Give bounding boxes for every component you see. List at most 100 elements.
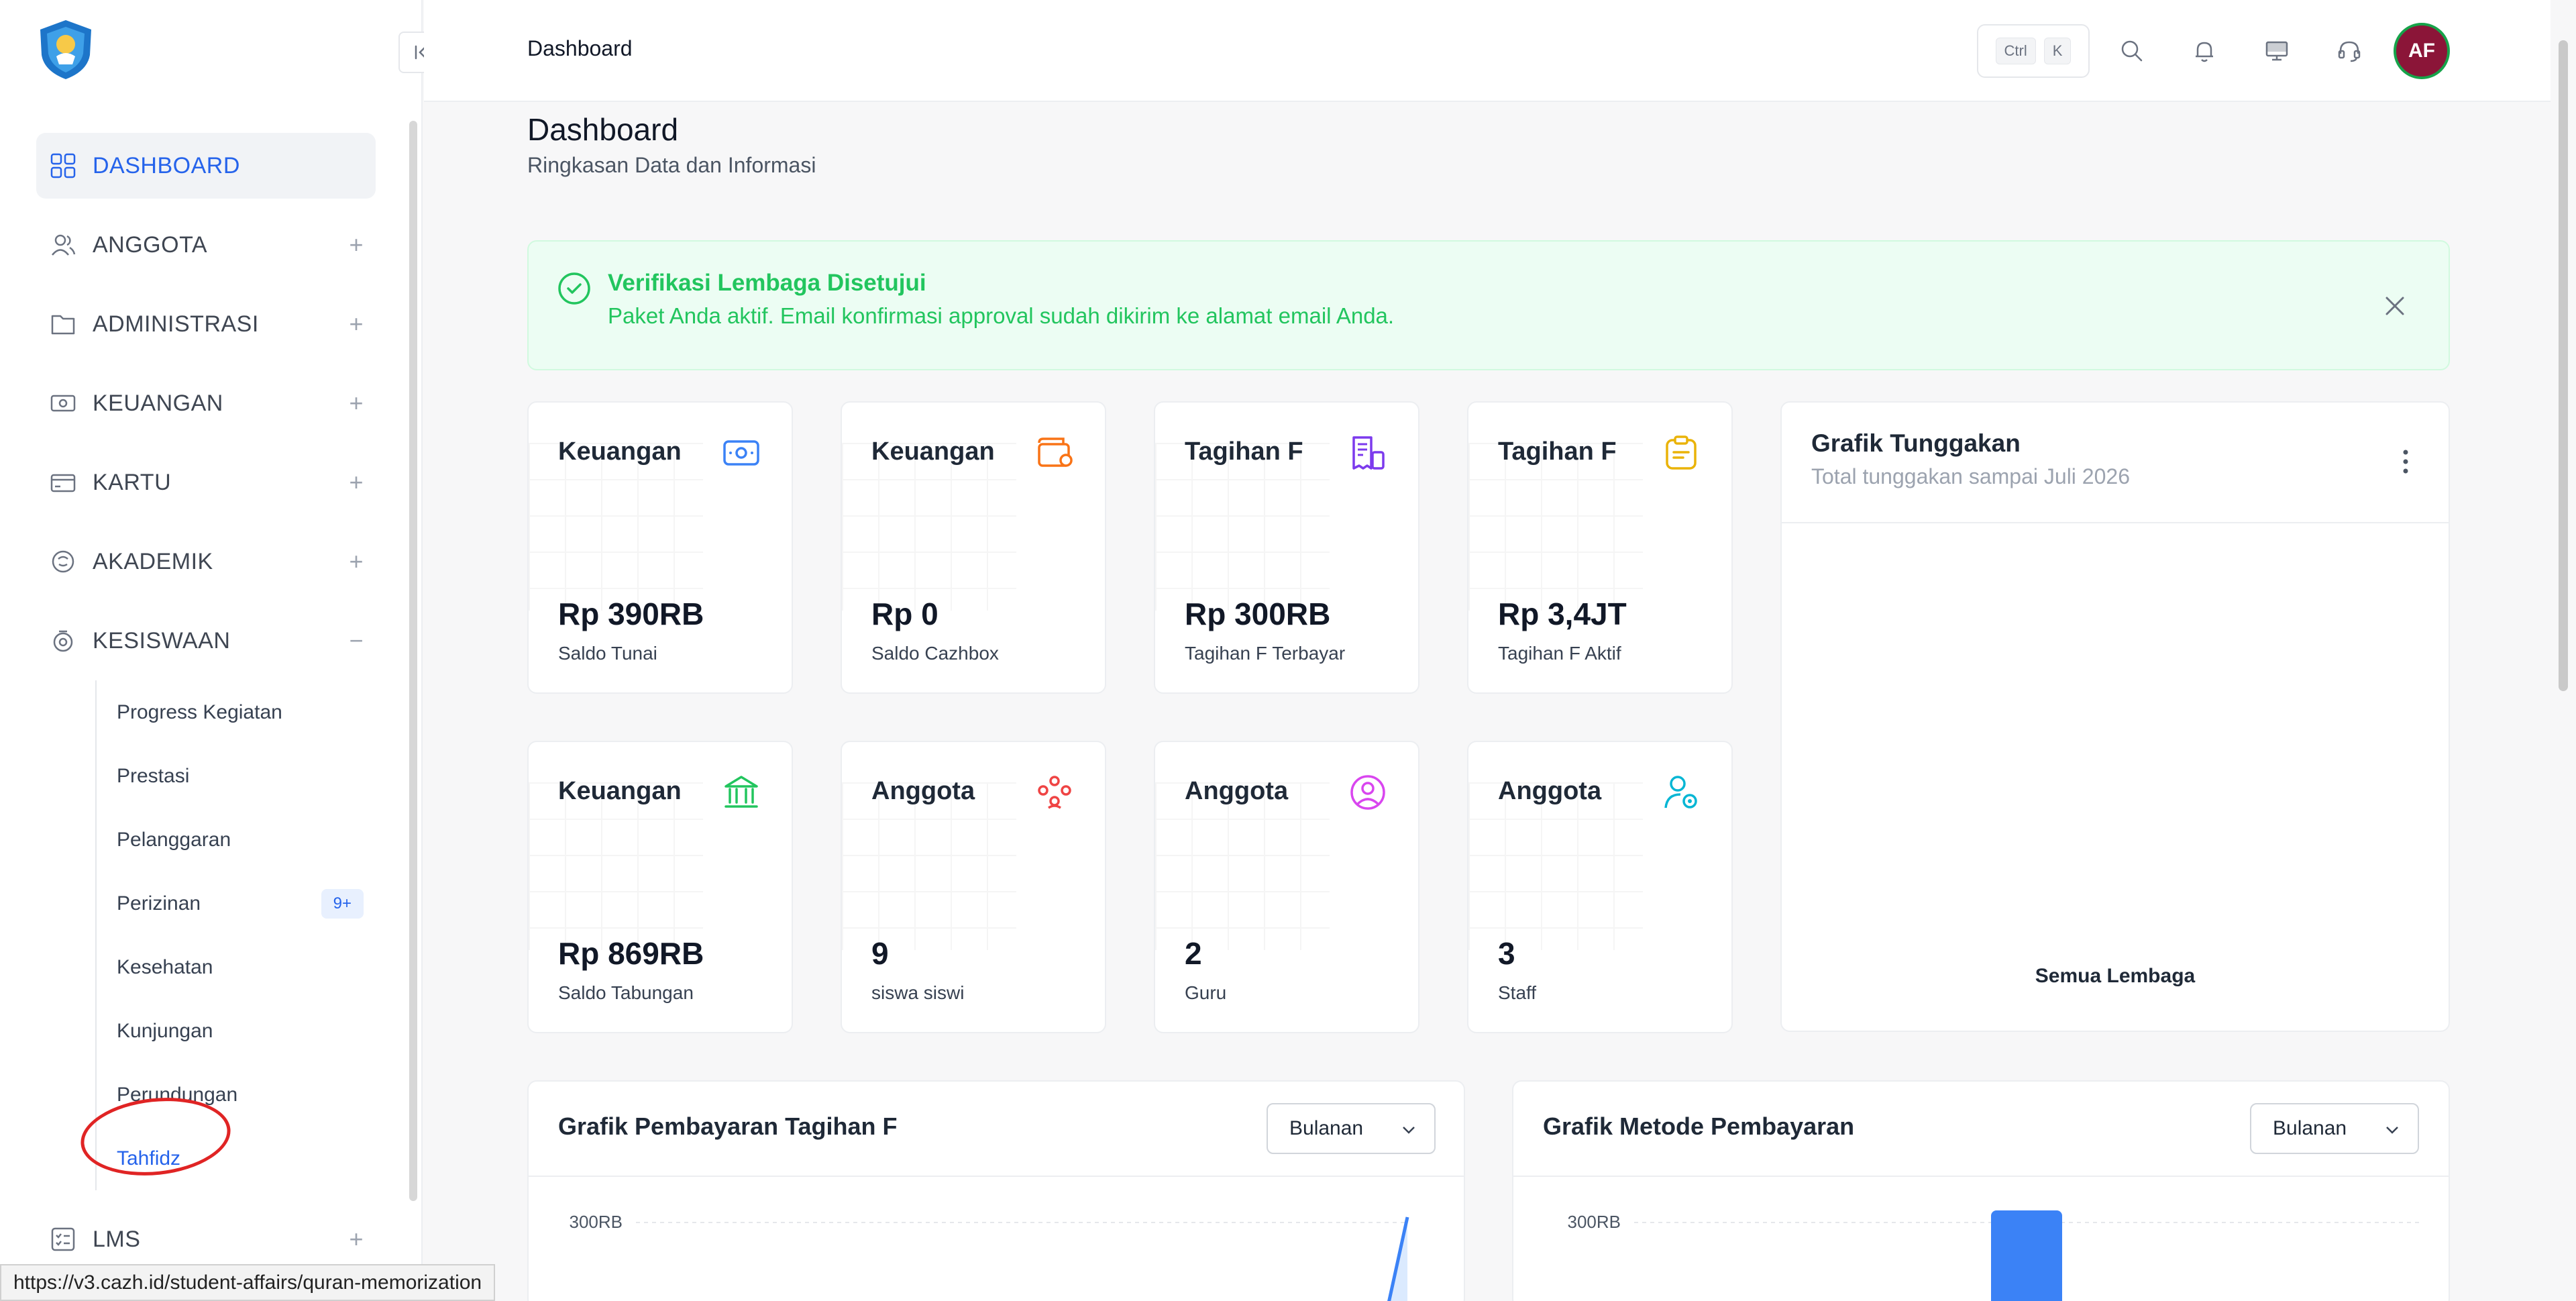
period-select[interactable]: Bulanan [2250,1103,2419,1154]
card-title: Tagihan F [1185,437,1303,466]
alert-title: Verifikasi Lembaga Disetujui [608,270,926,296]
expand-icon[interactable]: + [349,1225,364,1253]
sidebar-item-administrasi[interactable]: ADMINISTRASI + [36,291,376,357]
close-icon[interactable] [2381,293,2408,319]
stat-card-saldo-tabungan[interactable]: Keuangan Rp 869RB Saldo Tabungan [527,741,793,1033]
card-title: Tagihan F [1498,437,1617,466]
card-value: Rp 300RB [1185,596,1331,631]
kbd-k: K [2043,38,2072,64]
card-label: Saldo Cazhbox [871,643,999,664]
group-icon [1034,772,1075,813]
card-pattern [1155,782,1330,950]
bank-icon [720,772,762,813]
check-circle-icon [558,272,590,305]
sidebar-item-kesiswaan[interactable]: KESISWAAN − [36,608,376,674]
status-bar-url: https://v3.cazh.id/student-affairs/quran… [0,1264,496,1301]
period-select-value: Bulanan [2273,1117,2347,1139]
stat-card-staff[interactable]: Anggota 3 Staff [1467,741,1733,1033]
card-value: 9 [871,936,889,971]
receipt-icon [1347,432,1389,474]
sidebar-subitem-perizinan[interactable]: Perizinan 9+ [97,872,376,935]
sidebar-item-label: AKADEMIK [93,548,213,574]
bell-icon[interactable] [2187,34,2222,68]
chevron-down-icon [1403,1127,1415,1134]
monitor-icon[interactable] [2259,34,2294,68]
collapse-section-icon[interactable]: − [349,627,364,655]
sidebar-subitem-kesehatan[interactable]: Kesehatan [97,935,376,999]
grid-icon [48,151,78,180]
avatar[interactable]: AF [2394,23,2450,79]
sidebar-subitem-pelanggaran[interactable]: Pelanggaran [97,808,376,872]
pembayaran-area-chart: 300RB [570,1212,1409,1301]
card-pattern [529,443,703,611]
clipboard-icon [1660,432,1702,474]
y-tick-label: 300RB [570,1212,623,1232]
sidebar-item-akademik[interactable]: AKADEMIK + [36,529,376,594]
chart-x-label: Semua Lembaga [2035,965,2196,987]
card-pattern [842,443,1016,611]
stat-card-saldo-tunai[interactable]: Keuangan Rp 390RB Saldo Tunai [527,401,793,694]
tut-wuri-handayani-logo[interactable] [34,17,98,82]
sidebar-item-label: KARTU [93,469,172,495]
stat-card-siswa[interactable]: Anggota 9 siswa siswi [841,741,1106,1033]
sidebar-item-label: KEUANGAN [93,390,223,416]
card-label: Tagihan F Aktif [1498,643,1621,664]
sidebar-scrollbar[interactable] [409,121,417,1201]
expand-icon[interactable]: + [349,389,364,417]
card-label: siswa siswi [871,982,965,1003]
card-title: Keuangan [558,777,682,805]
cash-icon [720,432,762,474]
expand-icon[interactable]: + [349,231,364,259]
card-icon [48,468,78,497]
kbd-ctrl: Ctrl [1995,38,2036,64]
sidebar-item-kartu[interactable]: KARTU + [36,450,376,515]
checklist-icon [48,1225,78,1254]
expand-icon[interactable]: + [349,468,364,497]
user-settings-icon [1660,772,1702,813]
search-icon[interactable] [2114,34,2149,68]
count-badge: 9+ [321,888,364,919]
stat-card-saldo-cazhbox[interactable]: Keuangan Rp 0 Saldo Cazhbox [841,401,1106,694]
sidebar-subitem-kunjungan[interactable]: Kunjungan [97,999,376,1063]
expand-icon[interactable]: + [349,310,364,338]
sidebar-item-keuangan[interactable]: KEUANGAN + [36,370,376,436]
card-label: Guru [1185,982,1227,1003]
period-select[interactable]: Bulanan [1267,1103,1436,1154]
sidebar-subitem-progress-kegiatan[interactable]: Progress Kegiatan [97,680,376,744]
panel-title: Grafik Metode Pembayaran [1543,1112,1855,1140]
sidebar-item-lms[interactable]: LMS + [36,1206,376,1272]
academic-icon [48,547,78,576]
panel-metode-pembayaran: Grafik Metode Pembayaran Bulanan 300RB [1512,1080,2450,1301]
topbar: Dashboard Ctrl K AF [424,0,2551,102]
card-value: Rp 869RB [558,936,704,971]
folder-icon [48,309,78,339]
stat-card-tagihan-aktif[interactable]: Tagihan F Rp 3,4JT Tagihan F Aktif [1467,401,1733,694]
sidebar-item-dashboard[interactable]: DASHBOARD [36,133,376,199]
stat-card-guru[interactable]: Anggota 2 Guru [1154,741,1419,1033]
card-label: Saldo Tunai [558,643,657,664]
tunggakan-bar-chart: 0800RB1,6JT2,4JT3,2JTDenda 1Denda 2Uang … [1782,523,2451,959]
page-title: Dashboard [527,112,679,147]
card-title: Anggota [871,777,975,805]
sidebar-item-anggota[interactable]: ANGGOTA + [36,212,376,278]
support-headset-icon[interactable] [2332,34,2367,68]
page-scrollbar[interactable] [2559,40,2568,691]
sidebar-subitem-label: Perizinan [117,892,201,915]
expand-icon[interactable]: + [349,548,364,576]
panel-pembayaran-tagihan: Grafik Pembayaran Tagihan F Bulanan 300R… [527,1080,1465,1301]
sidebar-item-label: ADMINISTRASI [93,311,259,337]
stat-card-tagihan-terbayar[interactable]: Tagihan F Rp 300RB Tagihan F Terbayar [1154,401,1419,694]
command-palette-shortcut[interactable]: Ctrl K [1977,24,2090,78]
sidebar-subitem-prestasi[interactable]: Prestasi [97,744,376,808]
card-value: 3 [1498,936,1515,971]
card-value: Rp 390RB [558,596,704,631]
card-value: 2 [1185,936,1202,971]
wallet-icon [1034,432,1075,474]
more-options-icon[interactable] [2402,448,2410,475]
sidebar-item-label: KESISWAAN [93,627,231,654]
card-pattern [529,782,703,950]
success-alert: Verifikasi Lembaga Disetujui Paket Anda … [527,240,2450,370]
sidebar-item-label: ANGGOTA [93,231,207,258]
card-label: Tagihan F Terbayar [1185,643,1346,664]
sidebar-item-label: LMS [93,1226,141,1252]
